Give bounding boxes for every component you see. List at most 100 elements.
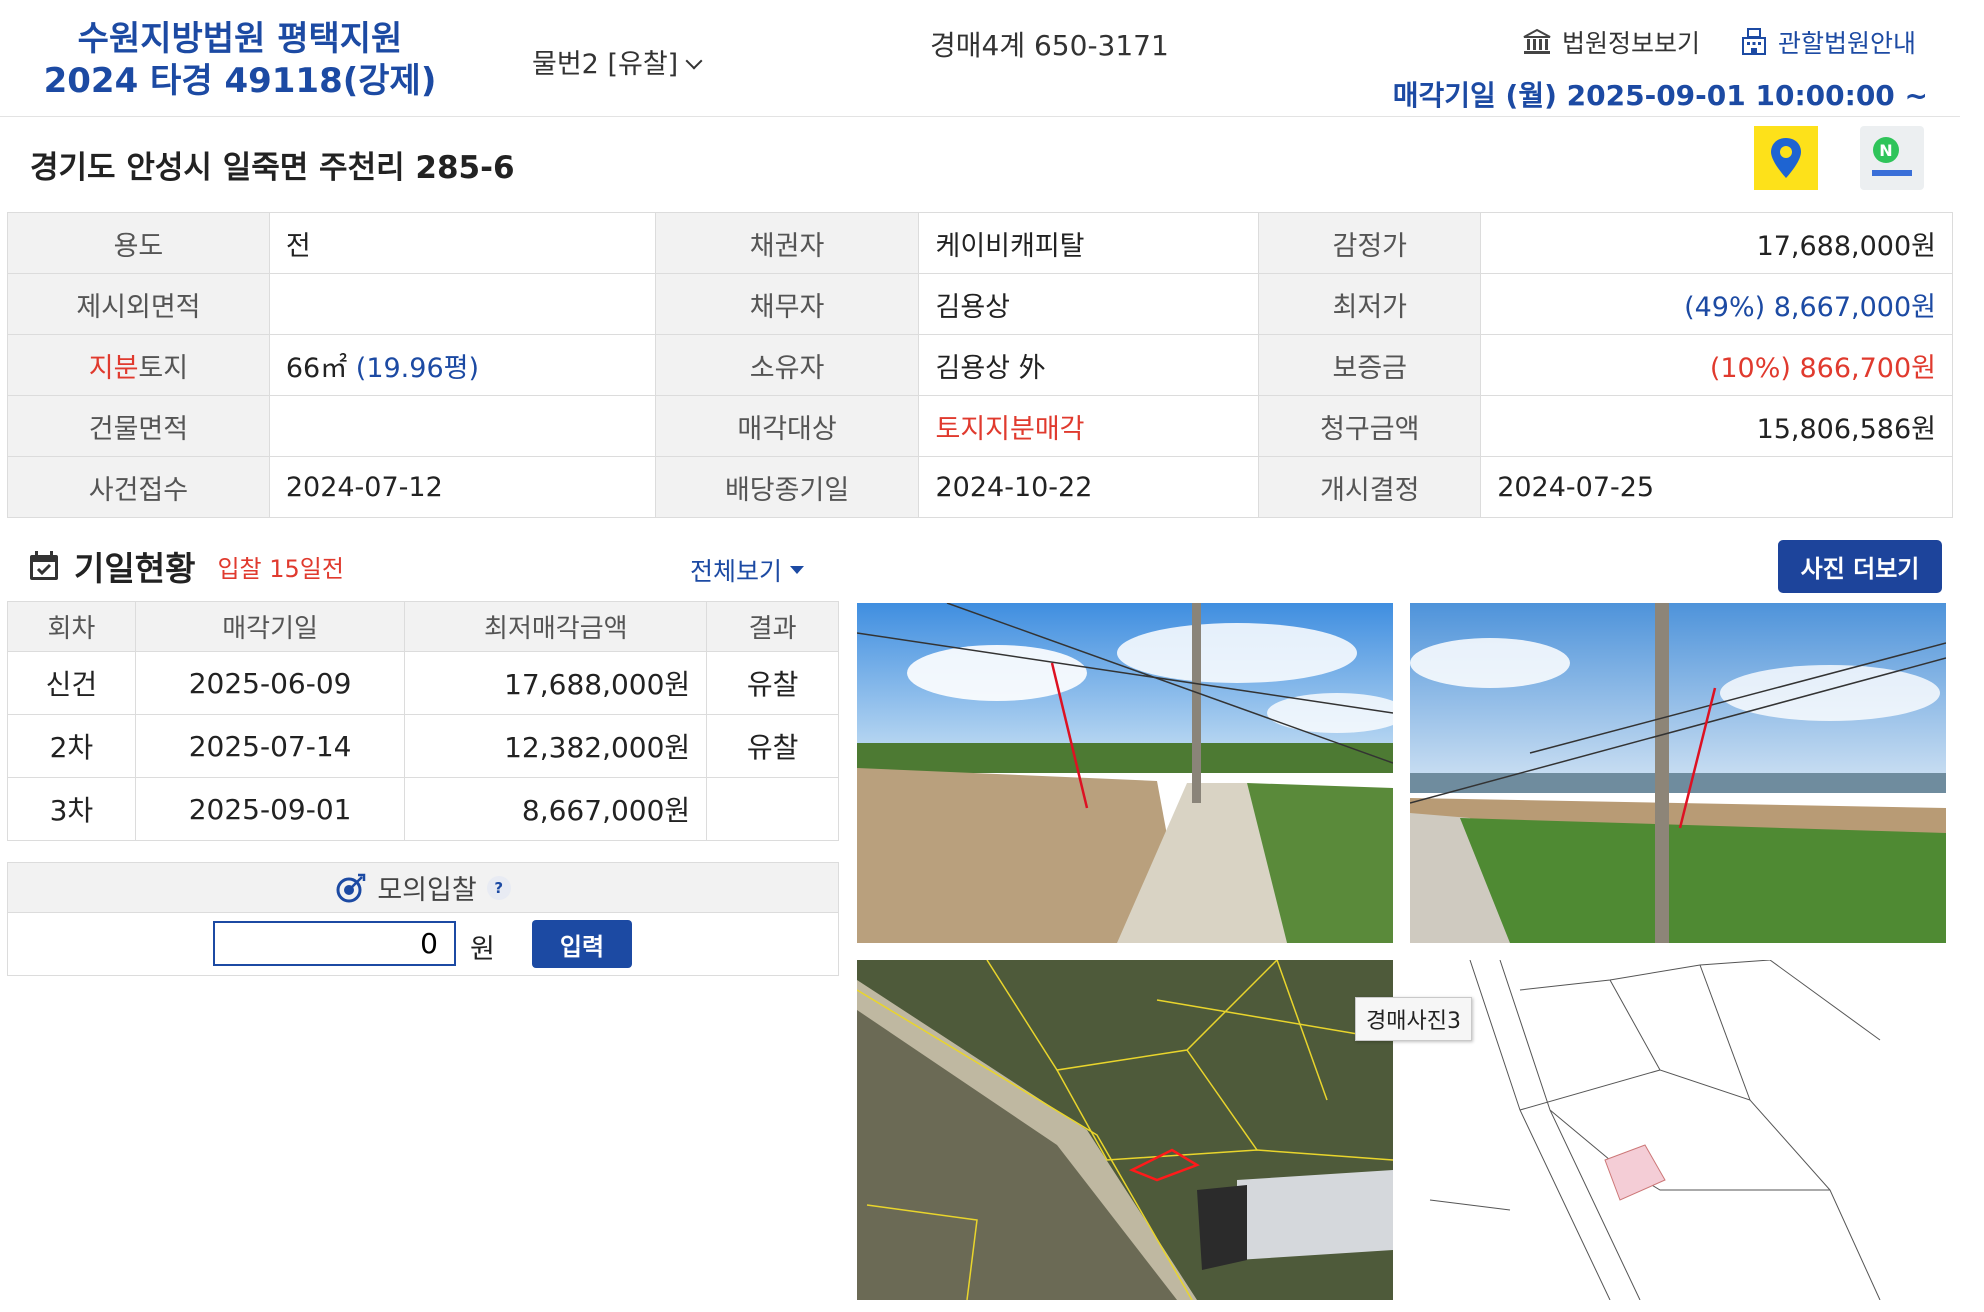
creditor-value: 케이비캐피탈 bbox=[918, 212, 1260, 274]
debtor-label: 채무자 bbox=[654, 273, 920, 335]
deposit-value: (10%) 866,700원 bbox=[1480, 334, 1953, 396]
table-header-row: 회차 매각기일 최저매각금액 결과 bbox=[7, 601, 839, 652]
appraisal-label: 감정가 bbox=[1258, 212, 1482, 274]
table-row: 건물면적 매각대상 토지지분매각 청구금액 15,806,586원 bbox=[7, 395, 1953, 457]
table-row: 사건접수 2024-07-12 배당종기일 2024-10-22 개시결정 20… bbox=[7, 456, 1953, 518]
min-price-label: 최저가 bbox=[1258, 273, 1482, 335]
court-title: 수원지방법원 평택지원 2024 타경 49118(강제) bbox=[40, 18, 440, 102]
table-row: 2차 2025-07-14 12,382,000원 유찰 bbox=[7, 714, 839, 778]
round-cell: 3차 bbox=[7, 777, 136, 841]
table-row: 신건 2025-06-09 17,688,000원 유찰 bbox=[7, 651, 839, 715]
aerial-map-photo bbox=[857, 960, 1393, 1300]
table-row: 3차 2025-09-01 8,667,000원 bbox=[7, 777, 839, 841]
table-row: 지분토지 66㎡ (19.96평) 소유자 김용상 外 보증금 (10%) 86… bbox=[7, 334, 1953, 396]
header-links: 법원정보보기 관할법원안내 bbox=[1522, 24, 1916, 60]
usage-value: 전 bbox=[268, 212, 656, 274]
submit-bid-button[interactable]: 입력 bbox=[532, 920, 632, 968]
help-icon[interactable]: ? bbox=[486, 875, 511, 900]
auction-photo-3[interactable] bbox=[857, 960, 1393, 1300]
item-selector[interactable]: 물번2 [유찰] bbox=[532, 42, 703, 81]
schedule-header: 기일현황 입찰 15일전 bbox=[28, 542, 344, 590]
view-all-label: 전체보기 bbox=[690, 557, 783, 586]
jurisdiction-label: 관할법원안내 bbox=[1777, 29, 1916, 58]
court-name: 수원지방법원 평택지원 bbox=[77, 19, 403, 59]
sale-target-value: 토지지분매각 bbox=[918, 395, 1260, 457]
col-header-price: 최저매각금액 bbox=[404, 601, 708, 652]
pole-field-photo bbox=[1410, 603, 1946, 943]
auction-photo-1[interactable] bbox=[857, 603, 1393, 943]
bldg-area-value bbox=[268, 395, 656, 457]
case-received-label: 사건접수 bbox=[7, 456, 270, 518]
round-cell: 2차 bbox=[7, 714, 136, 778]
calendar-check-icon bbox=[30, 551, 58, 580]
department-phone: 경매4계 650-3171 bbox=[930, 29, 1169, 62]
result-cell: 유찰 bbox=[706, 714, 839, 778]
usage-label: 용도 bbox=[7, 212, 270, 274]
header: 수원지방법원 평택지원 2024 타경 49118(강제) 물번2 [유찰] 경… bbox=[0, 0, 1960, 117]
debtor-value: 김용상 bbox=[918, 273, 1260, 335]
land-area-pyeong: (19.96평) bbox=[355, 352, 479, 384]
price-cell: 17,688,000원 bbox=[404, 651, 708, 715]
sale-date: 매각기일 (월) 2025-09-01 10:00:00 ~ bbox=[1392, 79, 1928, 112]
share-label-rest: 토지 bbox=[138, 352, 189, 384]
table-row: 용도 전 채권자 케이비캐피탈 감정가 17,688,000원 bbox=[7, 212, 1953, 274]
deposit-label: 보증금 bbox=[1258, 334, 1482, 396]
start-decision-label: 개시결정 bbox=[1258, 456, 1482, 518]
more-photos-button[interactable]: 사진 더보기 bbox=[1778, 540, 1942, 593]
jurisdiction-link[interactable]: 관할법원안내 bbox=[1740, 24, 1916, 60]
svg-text:N: N bbox=[1879, 141, 1892, 160]
kakao-map-button[interactable] bbox=[1754, 126, 1818, 190]
date-cell: 2025-09-01 bbox=[134, 777, 406, 841]
share-land-label: 지분토지 bbox=[7, 334, 270, 396]
price-cell: 12,382,000원 bbox=[404, 714, 708, 778]
start-decision-value: 2024-07-25 bbox=[1480, 456, 1953, 518]
property-info-table: 용도 전 채권자 케이비캐피탈 감정가 17,688,000원 제시외면적 채무… bbox=[7, 212, 1953, 518]
cadastral-map-image bbox=[1410, 960, 1946, 1300]
table-row: 제시외면적 채무자 김용상 최저가 (49%) 8,667,000원 bbox=[7, 273, 1953, 335]
price-cell: 8,667,000원 bbox=[404, 777, 708, 841]
bank-icon bbox=[1523, 28, 1551, 54]
auction-photo-2[interactable] bbox=[1410, 603, 1946, 943]
dividend-deadline-value: 2024-10-22 bbox=[918, 456, 1260, 518]
mock-bid-body: 원 입력 bbox=[8, 913, 838, 975]
court-info-label: 법원정보보기 bbox=[1561, 29, 1700, 58]
naver-map-button[interactable]: N bbox=[1860, 126, 1924, 190]
claim-value: 15,806,586원 bbox=[1480, 395, 1953, 457]
dividend-deadline-label: 배당종기일 bbox=[654, 456, 920, 518]
land-area-value: 66㎡ (19.96평) bbox=[268, 334, 656, 396]
schedule-table: 회차 매각기일 최저매각금액 결과 신건 2025-06-09 17,688,0… bbox=[7, 601, 839, 841]
col-header-date: 매각기일 bbox=[134, 601, 406, 652]
date-cell: 2025-07-14 bbox=[134, 714, 406, 778]
target-icon bbox=[336, 873, 366, 902]
owner-label: 소유자 bbox=[654, 334, 920, 396]
auction-photo-4[interactable] bbox=[1410, 960, 1946, 1300]
view-all-button[interactable]: 전체보기 bbox=[690, 552, 805, 588]
bldg-area-label: 건물면적 bbox=[7, 395, 270, 457]
schedule-subtitle: 입찰 15일전 bbox=[217, 554, 344, 583]
claim-label: 청구금액 bbox=[1258, 395, 1482, 457]
land-area-sqm: 66㎡ bbox=[285, 352, 348, 384]
court-info-link[interactable]: 법원정보보기 bbox=[1522, 24, 1700, 60]
col-header-round: 회차 bbox=[7, 601, 136, 652]
result-cell: 유찰 bbox=[706, 651, 839, 715]
field-road-photo bbox=[857, 603, 1393, 943]
round-cell: 신건 bbox=[7, 651, 136, 715]
min-price-value: (49%) 8,667,000원 bbox=[1480, 273, 1953, 335]
mock-bid-title: 모의입찰 bbox=[377, 875, 477, 906]
building-icon bbox=[1741, 28, 1766, 55]
mock-bid-header: 모의입찰 ? bbox=[8, 863, 838, 913]
excl-area-label: 제시외면적 bbox=[7, 273, 270, 335]
photo-tooltip: 경매사진3 bbox=[1355, 997, 1472, 1041]
mock-bid-panel: 모의입찰 ? 원 입력 bbox=[7, 862, 839, 976]
creditor-label: 채권자 bbox=[654, 212, 920, 274]
currency-unit: 원 bbox=[470, 934, 495, 965]
excl-area-value bbox=[268, 273, 656, 335]
chevron-down-icon bbox=[685, 52, 703, 70]
caret-down-icon bbox=[790, 566, 805, 574]
bid-amount-input[interactable] bbox=[213, 921, 456, 966]
date-cell: 2025-06-09 bbox=[134, 651, 406, 715]
naver-map-icon: N bbox=[1872, 137, 1912, 176]
col-header-result: 결과 bbox=[706, 601, 839, 652]
schedule-title: 기일현황 bbox=[74, 549, 196, 588]
result-cell bbox=[706, 777, 839, 841]
